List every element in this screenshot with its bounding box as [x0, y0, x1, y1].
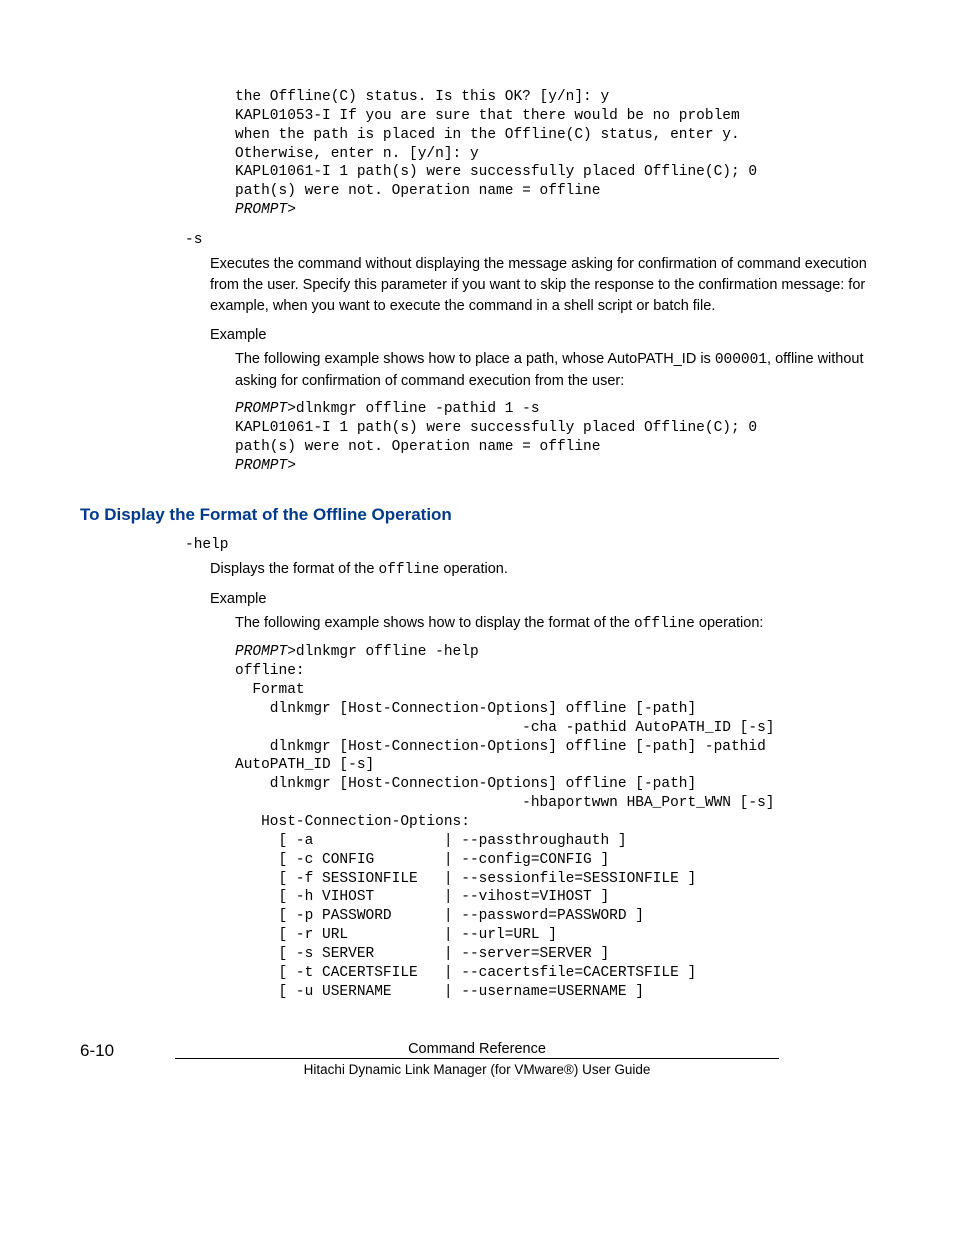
flag-s-example-text: The following example shows how to place… — [235, 349, 874, 392]
code-line: > — [287, 458, 296, 474]
prompt-text: PROMPT — [235, 401, 287, 417]
code-line: dlnkmgr [Host-Connection-Options] offlin… — [235, 701, 696, 717]
code-line: dlnkmgr offline -help — [296, 644, 479, 660]
code-line: -hbaportwwn HBA_Port_WWN [-s] — [235, 795, 775, 811]
code-line: [ -a | --passthroughauth ] — [235, 833, 627, 849]
code-line: dlnkmgr [Host-Connection-Options] offlin… — [235, 776, 696, 792]
code-line: [ -f SESSIONFILE | --sessionfile=SESSION… — [235, 871, 696, 887]
example-label: Example — [210, 327, 874, 343]
example-label: Example — [210, 591, 874, 607]
code-line: > — [287, 644, 296, 660]
code-line: path(s) were not. Operation name = offli… — [235, 183, 600, 199]
code-line: dlnkmgr [Host-Connection-Options] offlin… — [235, 739, 766, 755]
prompt-text: PROMPT — [235, 458, 287, 474]
code-line: [ -u USERNAME | --username=USERNAME ] — [235, 984, 644, 1000]
code-line: dlnkmgr offline -pathid 1 -s — [296, 401, 540, 417]
code-line: when the path is placed in the Offline(C… — [235, 127, 740, 143]
code-line: offline: — [235, 663, 305, 679]
code-block-2: PROMPT>dlnkmgr offline -pathid 1 -s KAPL… — [235, 400, 874, 475]
code-line: [ -s SERVER | --server=SERVER ] — [235, 946, 609, 962]
text-fragment: The following example shows how to displ… — [235, 615, 634, 631]
code-line: > — [287, 401, 296, 417]
code-line: Format — [235, 682, 305, 698]
page-number: 6-10 — [80, 1041, 114, 1061]
code-line: AutoPATH_ID [-s] — [235, 757, 374, 773]
code-line: [ -c CONFIG | --config=CONFIG ] — [235, 852, 609, 868]
code-line: KAPL01061-I 1 path(s) were successfully … — [235, 420, 757, 436]
code-line: [ -p PASSWORD | --password=PASSWORD ] — [235, 908, 644, 924]
code-line: the Offline(C) status. Is this OK? [y/n]… — [235, 89, 609, 105]
text-fragment: The following example shows how to place… — [235, 351, 715, 367]
text-fragment: Displays the format of the — [210, 561, 378, 577]
footer-subtitle: Hitachi Dynamic Link Manager (for VMware… — [80, 1062, 874, 1077]
text-fragment: operation. — [439, 561, 508, 577]
code-line: [ -r URL | --url=URL ] — [235, 927, 557, 943]
prompt-text: PROMPT — [235, 644, 287, 660]
flag-s: -s — [185, 232, 874, 248]
flag-s-description: Executes the command without displaying … — [210, 254, 874, 317]
page-footer: 6-10 Command Reference Hitachi Dynamic L… — [0, 1041, 954, 1107]
code-block-3: PROMPT>dlnkmgr offline -help offline: Fo… — [235, 643, 874, 1001]
flag-help-description: Displays the format of the offline opera… — [210, 559, 874, 581]
code-line: Host-Connection-Options: — [235, 814, 470, 830]
flag-help-example-text: The following example shows how to displ… — [235, 613, 874, 635]
code-line: > — [287, 202, 296, 218]
inline-code: 000001 — [715, 352, 767, 368]
inline-code: offline — [634, 616, 695, 632]
code-line: KAPL01061-I 1 path(s) were successfully … — [235, 164, 757, 180]
section-heading-display-format: To Display the Format of the Offline Ope… — [80, 505, 874, 525]
code-line: KAPL01053-I If you are sure that there w… — [235, 108, 740, 124]
code-line: -cha -pathid AutoPATH_ID [-s] — [235, 720, 775, 736]
code-line: [ -h VIHOST | --vihost=VIHOST ] — [235, 889, 609, 905]
code-line: Otherwise, enter n. [y/n]: y — [235, 146, 479, 162]
code-block-1: the Offline(C) status. Is this OK? [y/n]… — [235, 88, 874, 220]
code-line: path(s) were not. Operation name = offli… — [235, 439, 600, 455]
footer-title: Command Reference — [175, 1041, 779, 1059]
inline-code: offline — [378, 562, 439, 578]
text-fragment: operation: — [695, 615, 764, 631]
flag-help: -help — [185, 537, 874, 553]
prompt-text: PROMPT — [235, 202, 287, 218]
code-line: [ -t CACERTSFILE | --cacertsfile=CACERTS… — [235, 965, 696, 981]
